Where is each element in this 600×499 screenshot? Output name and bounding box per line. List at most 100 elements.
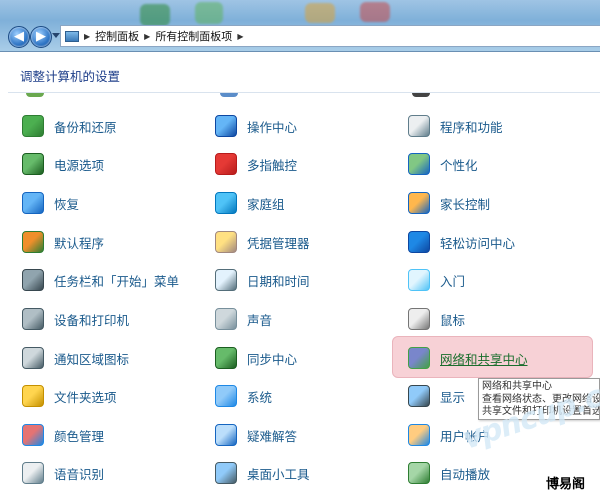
- speaker-icon: [213, 306, 239, 332]
- forward-button[interactable]: ▶: [30, 26, 52, 48]
- mouse-icon: [406, 306, 432, 332]
- back-button[interactable]: ◀: [8, 26, 30, 48]
- autoplay-icon: [406, 460, 432, 486]
- control-panel-item-label: 备份和还原: [54, 119, 117, 135]
- control-panel-item-label: 默认程序: [54, 235, 105, 251]
- printer-icon: [20, 306, 46, 332]
- clock-icon: [213, 267, 239, 293]
- control-panel-item[interactable]: 多指触控: [213, 148, 297, 180]
- control-panel-item[interactable]: 桌面小工具: [213, 457, 310, 489]
- personalize-icon: [406, 151, 432, 177]
- power-icon: [20, 151, 46, 177]
- breadcrumb-control-panel[interactable]: 控制面板: [95, 28, 139, 44]
- partial-icon: [220, 93, 238, 97]
- control-panel-item-label: 显示: [440, 389, 466, 405]
- control-panel-item-label: 鼠标: [440, 312, 466, 328]
- control-panel-item[interactable]: 程序和功能: [406, 110, 503, 142]
- control-panel-item-label: 语音识别: [54, 466, 105, 482]
- control-panel-item-label: 家长控制: [440, 196, 491, 212]
- control-panel-item-label: 入门: [440, 273, 466, 289]
- divider: [8, 92, 600, 93]
- control-panel-item-label: 系统: [247, 389, 273, 405]
- control-panel-item-label: 桌面小工具: [247, 466, 310, 482]
- control-panel-item[interactable]: 恢复: [20, 187, 79, 219]
- user-icon: [406, 422, 432, 448]
- accessibility-icon: [406, 229, 432, 255]
- control-panel-item[interactable]: 网络和共享中心: [406, 342, 528, 374]
- control-panel-item[interactable]: 声音: [213, 303, 272, 335]
- control-panel-item[interactable]: 轻松访问中心: [406, 226, 515, 258]
- control-panel-item[interactable]: 设备和打印机: [20, 303, 129, 335]
- background-decoration: [140, 4, 170, 26]
- background-decoration: [360, 2, 390, 22]
- control-panel-item[interactable]: 备份和还原: [20, 110, 117, 142]
- control-panel-item-label: 任务栏和「开始」菜单: [54, 273, 180, 289]
- control-panel-item-label: 通知区域图标: [54, 351, 130, 367]
- control-panel-item[interactable]: 疑难解答: [213, 419, 297, 451]
- control-panel-item[interactable]: 日期和时间: [213, 264, 310, 296]
- taskbar-icon: [20, 267, 46, 293]
- system-icon: [213, 383, 239, 409]
- folder-icon: [20, 383, 46, 409]
- control-panel-item[interactable]: 家庭组: [213, 187, 285, 219]
- control-panel-item-label: 恢复: [54, 196, 80, 212]
- breadcrumb-all-items[interactable]: 所有控制面板项: [155, 28, 232, 44]
- control-panel-item[interactable]: 个性化: [406, 148, 478, 180]
- control-panel-item[interactable]: 操作中心: [213, 110, 297, 142]
- notification-icon: [20, 345, 46, 371]
- recent-pages-dropdown-icon[interactable]: [52, 33, 60, 39]
- control-panel-item-label: 家庭组: [247, 196, 285, 212]
- sync-icon: [213, 345, 239, 371]
- recovery-icon: [20, 190, 46, 216]
- window-titlebar: ◀ ▶ ▶ 控制面板 ▶ 所有控制面板项 ▶: [0, 0, 600, 52]
- partial-icon: [412, 93, 430, 97]
- default-programs-icon: [20, 229, 46, 255]
- touch-icon: [213, 151, 239, 177]
- control-panel-item[interactable]: 颜色管理: [20, 419, 104, 451]
- control-panel-item-label: 程序和功能: [440, 119, 503, 135]
- control-panel-item-label: 颜色管理: [54, 428, 105, 444]
- control-panel-item[interactable]: 家长控制: [406, 187, 490, 219]
- homegroup-icon: [213, 190, 239, 216]
- control-panel-item[interactable]: 凭据管理器: [213, 226, 310, 258]
- brand-logo: 博易阁: [546, 477, 586, 492]
- background-decoration: [195, 2, 223, 24]
- control-panel-item[interactable]: 鼠标: [406, 303, 465, 335]
- control-panel-icon: [65, 30, 79, 42]
- control-panel-item-label: 多指触控: [247, 157, 298, 173]
- control-panel-item[interactable]: 同步中心: [213, 342, 297, 374]
- control-panel-item[interactable]: 显示: [406, 380, 465, 412]
- getting-started-icon: [406, 267, 432, 293]
- microphone-icon: [20, 460, 46, 486]
- gadgets-icon: [213, 460, 239, 486]
- control-panel-item-label: 电源选项: [54, 157, 105, 173]
- chevron-right-icon[interactable]: ▶: [84, 32, 90, 41]
- control-panel-item-label: 个性化: [440, 157, 478, 173]
- control-panel-item[interactable]: 任务栏和「开始」菜单: [20, 264, 179, 296]
- control-panel-item-label: 网络和共享中心: [440, 351, 528, 367]
- control-panel-item-label: 疑难解答: [247, 428, 298, 444]
- control-panel-item[interactable]: 系统: [213, 380, 272, 412]
- control-panel-item[interactable]: 通知区域图标: [20, 342, 129, 374]
- partial-icon: [26, 93, 44, 97]
- control-panel-item-label: 操作中心: [247, 119, 298, 135]
- color-icon: [20, 422, 46, 448]
- chevron-right-icon[interactable]: ▶: [237, 32, 243, 41]
- backup-icon: [20, 113, 46, 139]
- page-title: 调整计算机的设置: [20, 69, 121, 84]
- control-panel-item[interactable]: 默认程序: [20, 226, 104, 258]
- control-panel-item[interactable]: 语音识别: [20, 457, 104, 489]
- flag-icon: [213, 113, 239, 139]
- control-panel-item[interactable]: 入门: [406, 264, 465, 296]
- address-bar[interactable]: ▶ 控制面板 ▶ 所有控制面板项 ▶: [60, 25, 600, 47]
- control-panel-item[interactable]: 文件夹选项: [20, 380, 117, 412]
- background-decoration: [305, 3, 335, 23]
- control-panel-item-label: 设备和打印机: [54, 312, 130, 328]
- programs-icon: [406, 113, 432, 139]
- chevron-right-icon[interactable]: ▶: [144, 32, 150, 41]
- parental-icon: [406, 190, 432, 216]
- control-panel-item-label: 凭据管理器: [247, 235, 310, 251]
- troubleshoot-icon: [213, 422, 239, 448]
- control-panel-item-label: 声音: [247, 312, 273, 328]
- control-panel-item[interactable]: 电源选项: [20, 148, 104, 180]
